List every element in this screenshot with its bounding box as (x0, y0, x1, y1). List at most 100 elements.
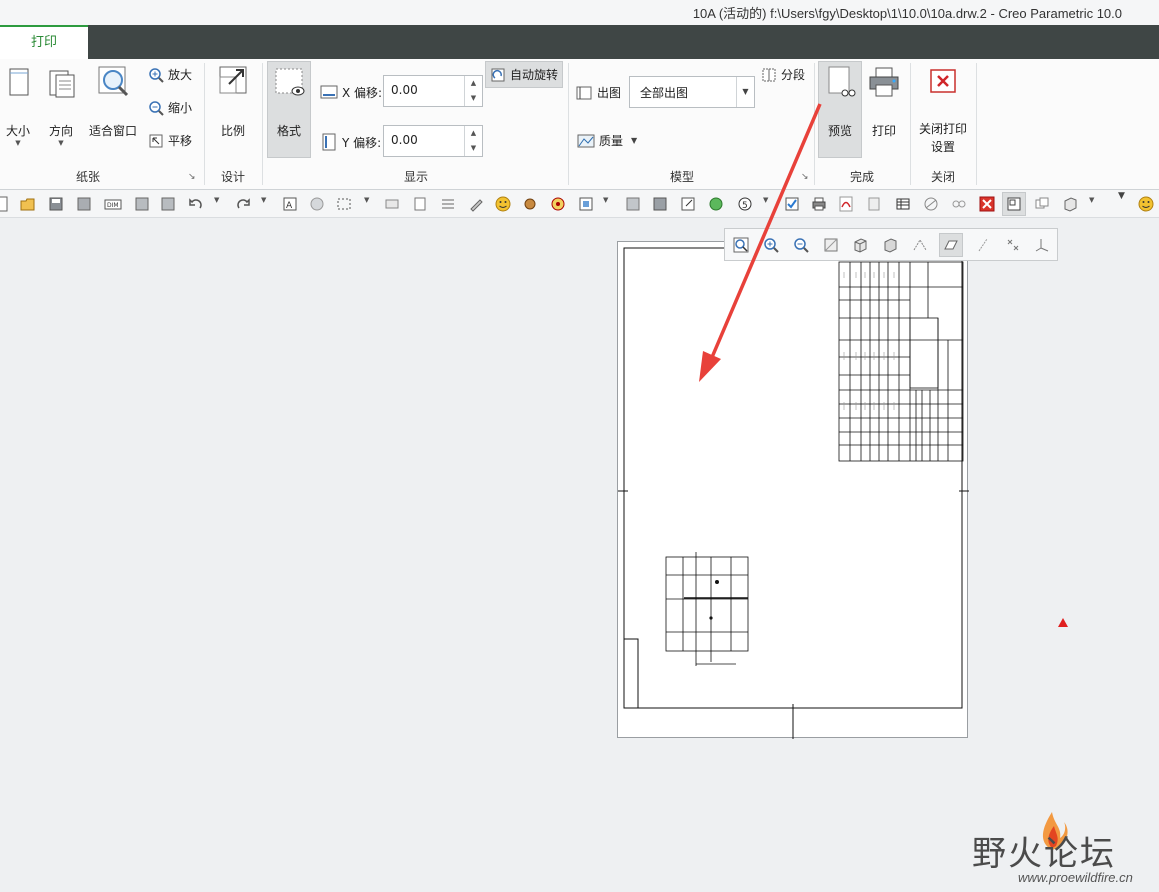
number-five-icon[interactable]: 5 (737, 196, 753, 212)
chevron-down-icon[interactable]: ▼ (214, 196, 230, 212)
zoom-out-button[interactable]: 缩小 (148, 99, 192, 116)
sphere-icon[interactable] (309, 196, 325, 212)
spin-down-icon[interactable]: ▼ (465, 91, 482, 106)
x-offset-field[interactable]: 0.00 ▲ ▼ (383, 75, 483, 107)
print-toolbar-icon[interactable] (811, 196, 827, 212)
window-icon[interactable] (160, 196, 176, 212)
document-icon[interactable] (866, 196, 882, 212)
zoom-in-icon (149, 67, 164, 83)
sheet-icon[interactable] (412, 196, 428, 212)
view-toolbar (724, 228, 1058, 261)
zoom-window-icon[interactable] (733, 237, 749, 253)
saved-views-icon[interactable] (882, 237, 898, 253)
chevron-down-icon[interactable]: ▼ (603, 196, 619, 212)
spin-up-icon[interactable]: ▲ (465, 76, 482, 91)
svg-text:DIM: DIM (107, 202, 119, 209)
export-icon[interactable] (680, 196, 696, 212)
chevron-down-icon[interactable]: ▼ (364, 196, 380, 212)
auto-rotate-button[interactable]: 自动旋转 (490, 66, 558, 83)
point-display-icon[interactable] (1005, 237, 1021, 253)
ribbon-tab-strip: 打印 (0, 25, 1159, 59)
close-icon (930, 69, 956, 93)
chevron-down-icon[interactable]: ▼ (763, 196, 779, 212)
shaded-cube-icon[interactable] (852, 237, 868, 253)
group-separator (568, 63, 569, 185)
edit-icon[interactable] (468, 196, 484, 212)
customize-toolbar-icon[interactable]: ▼ (1118, 191, 1134, 207)
format-preview-icon (275, 68, 305, 96)
graphics-canvas[interactable] (0, 219, 1159, 892)
chevron-down-icon[interactable]: ▼ (1089, 196, 1105, 212)
plane-display-icon[interactable] (943, 237, 959, 253)
target-icon[interactable] (550, 196, 566, 212)
chevron-down-icon[interactable]: ▼ (261, 196, 277, 212)
model-group-launcher-icon[interactable]: ↘ (801, 172, 809, 182)
new-icon[interactable] (0, 196, 10, 212)
pdf-icon[interactable] (838, 196, 854, 212)
check-sheet-icon[interactable] (784, 196, 800, 212)
paper-group-launcher-icon[interactable]: ↘ (188, 172, 196, 182)
csys-display-icon[interactable] (1034, 237, 1050, 253)
title-bar: 10A (活动的) f:\Users\fgy\Desktop\1\10.0\10… (0, 0, 1159, 25)
datum-display-icon[interactable] (912, 237, 928, 253)
drawing-preview (618, 247, 969, 739)
paper-size-button[interactable]: 大小 ▼ (2, 63, 34, 155)
svg-text:5: 5 (742, 201, 748, 211)
spin-down-icon[interactable]: ▼ (465, 141, 482, 156)
print-button[interactable]: 打印 (864, 65, 904, 145)
y-offset-value: 0.00 (391, 133, 418, 147)
spin-up-icon[interactable]: ▲ (465, 126, 482, 141)
redo-icon[interactable] (235, 196, 251, 212)
text-icon[interactable]: A (282, 196, 298, 212)
close-window-icon[interactable] (979, 196, 995, 212)
save-icon[interactable] (48, 196, 64, 212)
output-select[interactable]: 全部出图 ▼ (629, 76, 755, 108)
undo-icon[interactable] (188, 196, 204, 212)
green-ball-icon[interactable] (708, 196, 724, 212)
tab-print[interactable]: 打印 (0, 25, 88, 59)
chevron-down-icon: ▼ (736, 77, 754, 107)
pack-icon[interactable] (652, 196, 668, 212)
box-icon[interactable] (625, 196, 641, 212)
measure-icon[interactable] (923, 196, 939, 212)
erase-icon[interactable] (384, 196, 400, 212)
dim-icon[interactable]: DIM (104, 196, 122, 212)
smiley-icon[interactable] (1138, 196, 1154, 212)
frame-icon[interactable] (578, 196, 594, 212)
refit-icon[interactable] (823, 237, 839, 253)
cube-icon[interactable] (1062, 196, 1078, 212)
open-icon[interactable] (20, 196, 36, 212)
preview-button[interactable]: 预览 (818, 65, 862, 155)
close-print-settings-button[interactable]: 关闭打印 设置 (915, 67, 971, 157)
regenerate-icon[interactable] (134, 196, 150, 212)
paper-size-icon (9, 68, 29, 96)
zoom-in-button[interactable]: 放大 (148, 66, 192, 83)
segment-button[interactable]: 分段 (761, 66, 805, 83)
close-group-label: 关闭 (930, 170, 955, 184)
zoom-in-icon[interactable] (763, 237, 779, 253)
axis-display-icon[interactable] (975, 237, 991, 253)
table-icon[interactable] (895, 196, 911, 212)
smiley-icon[interactable] (495, 196, 511, 212)
design-group-label: 设计 (220, 170, 245, 184)
select-box-icon[interactable] (336, 196, 352, 212)
display-group-label: 显示 (403, 170, 428, 184)
cascade-icon[interactable] (1034, 196, 1050, 212)
pan-button[interactable]: 平移 (148, 132, 192, 149)
list-icon[interactable] (440, 196, 456, 212)
fit-window-button[interactable]: 适合窗口 (86, 63, 140, 143)
tool-icon[interactable] (522, 196, 538, 212)
format-button[interactable]: 格式 (267, 65, 311, 155)
print-preview-sheet[interactable] (617, 241, 969, 739)
window-layout-icon[interactable] (1006, 196, 1022, 212)
y-offset-icon (322, 133, 336, 151)
save-copy-icon[interactable] (76, 196, 92, 212)
y-offset-field[interactable]: 0.00 ▲ ▼ (383, 125, 483, 157)
orientation-button[interactable]: 方向 ▼ (42, 63, 80, 155)
zoom-out-icon[interactable] (793, 237, 809, 253)
quality-button[interactable]: 质量 ▼ (577, 132, 637, 149)
link-icon[interactable] (951, 196, 967, 212)
window-title: 10A (活动的) f:\Users\fgy\Desktop\1\10.0\10… (692, 6, 1122, 21)
scale-button[interactable]: 比例 (212, 63, 254, 143)
zoom-out-icon (149, 100, 164, 116)
